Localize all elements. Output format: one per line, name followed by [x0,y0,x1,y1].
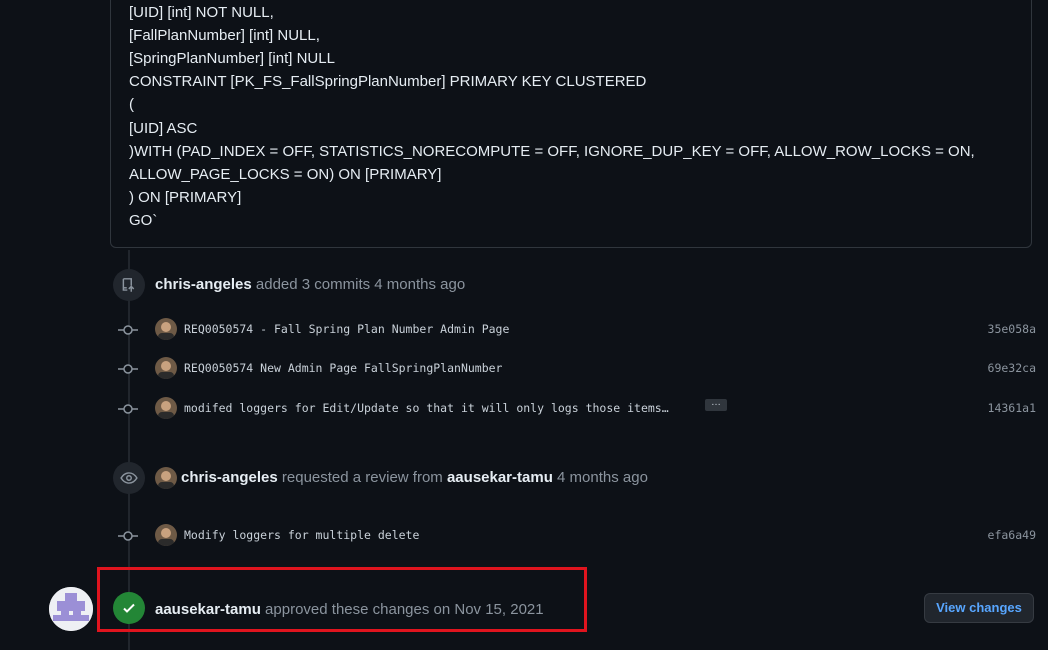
event-action: 4 months ago [552,469,648,486]
commit-row: Modify loggers for multiple delete efa6a… [118,524,1036,548]
commit-row: modifed loggers for Edit/Update so that … [118,397,1036,421]
commit-message-link[interactable]: modifed loggers for Edit/Update so that … [184,401,669,415]
commit-row: REQ0050574 - Fall Spring Plan Number Adm… [118,318,1036,342]
code-line: CONSTRAINT [PK_FS_FallSpringPlanNumber] … [129,73,647,90]
commit-message-link[interactable]: REQ0050574 New Admin Page FallSpringPlan… [184,361,503,375]
event-action: added 3 commits 4 months ago [251,276,466,293]
code-line: ALLOW_PAGE_LOCKS = ON) ON [PRIMARY] [129,166,442,183]
avatar[interactable] [155,357,177,379]
code-line: ( [129,96,134,113]
avatar[interactable] [155,318,177,340]
highlight-box [97,567,587,632]
commit-icon [118,364,138,374]
commit-sha-link[interactable]: 14361a1 [988,401,1036,415]
avatar[interactable] [155,397,177,419]
user-link[interactable]: chris-angeles [155,276,252,293]
code-line: )WITH (PAD_INDEX = OFF, STATISTICS_NOREC… [129,143,975,160]
view-changes-button[interactable]: View changes [924,593,1034,623]
user-link[interactable]: chris-angeles [181,469,278,486]
commit-icon [118,531,138,541]
code-line: [FallPlanNumber] [int] NULL, [129,27,320,44]
reviewer-link[interactable]: aausekar-tamu [447,469,553,486]
commit-sha-link[interactable]: efa6a49 [988,528,1036,542]
avatar[interactable] [155,524,177,546]
commit-icon [118,404,138,414]
code-line: ) ON [PRIMARY] [129,189,242,206]
code-line: [UID] [int] NOT NULL, [129,4,274,21]
commit-message-link[interactable]: Modify loggers for multiple delete [184,528,419,542]
avatar[interactable] [155,467,177,489]
expand-commit-button[interactable]: … [705,398,727,411]
eye-icon [113,462,145,494]
code-line: [SpringPlanNumber] [int] NULL [129,50,335,67]
review-event-text: chris-angeles requested a review from aa… [181,469,648,486]
push-icon [113,269,145,301]
commits-event-text: chris-angeles added 3 commits 4 months a… [155,276,465,293]
avatar[interactable] [49,587,93,631]
commit-icon [118,325,138,335]
commit-sha-link[interactable]: 35e058a [988,322,1036,336]
event-action: requested a review from [277,469,447,486]
commit-message-link[interactable]: REQ0050574 - Fall Spring Plan Number Adm… [184,322,509,336]
code-line: GO` [129,212,158,229]
commit-sha-link[interactable]: 69e32ca [988,361,1036,375]
commit-row: REQ0050574 New Admin Page FallSpringPlan… [118,357,1036,381]
code-line: [UID] ASC [129,120,198,137]
